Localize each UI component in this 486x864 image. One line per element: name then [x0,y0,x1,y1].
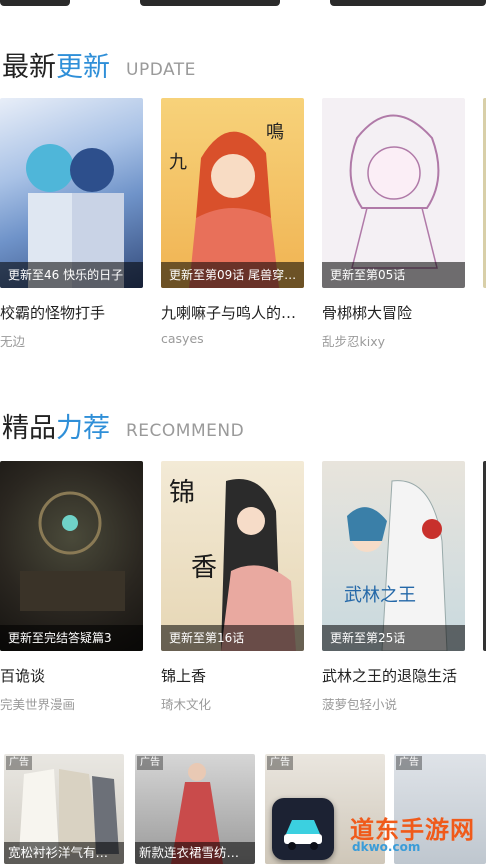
comic-cover[interactable]: 更新至完结答疑篇3 [0,461,143,651]
cover-illustration: 锦 香 [169,478,296,651]
cover-illustration [349,114,440,269]
svg-text:九: 九 [169,152,187,173]
recommend-section-header: 精品 力荐 RECOMMEND [0,405,486,445]
comic-author: 琦木文化 [161,697,212,712]
comic-author: 乱步忍kixy [322,334,386,349]
update-badge: 更新至第25话 [322,625,465,651]
comic-cover[interactable]: 锦 香 更新至第16话 [161,461,304,651]
ad-tag: 广告 [267,756,293,770]
car-icon [284,820,322,850]
recommend-subtitle: RECOMMEND [126,421,245,441]
ad-tag: 广告 [396,756,422,770]
comic-cover[interactable]: 武林之王 更新至第25话 [322,461,465,651]
comic-title[interactable]: 骨梆梆大冒险 [322,302,465,323]
update-badge: 更新至完结答疑篇3 [0,625,143,651]
ad-tag: 广告 [6,756,32,770]
update-badge: 更新至第05话 [322,262,465,288]
latest-section-header: 最新 更新 UPDATE [0,44,486,84]
comic-cover[interactable]: 九 鳴 更新至第09话 尾兽穿… [161,98,304,288]
comic-author: 菠萝包轻小说 [322,697,398,712]
cover-illustration [26,144,124,288]
comic-cover[interactable]: 更新至第05话 [322,98,465,288]
update-badge: 更新至第16话 [161,625,304,651]
top-banner-remnant[interactable] [0,0,486,14]
svg-text:锦: 锦 [169,478,195,508]
recommend-comic-row[interactable]: 更新至完结答疑篇3 百诡谈 完美世界漫画 锦 香 更新至第16话 锦上香 琦木文… [0,461,486,721]
latest-subtitle: UPDATE [126,60,196,80]
svg-text:香: 香 [191,553,217,583]
cover-illustration [20,491,125,611]
ad-caption: 宽松衬衫洋气有… [4,842,124,864]
update-badge: 更新至第09话 尾兽穿… [161,262,304,288]
svg-text:武林之王: 武林之王 [344,585,416,606]
comic-author: 无边 [0,334,26,349]
comic-card[interactable]: 更新至46 快乐的日子 校霸的怪物打手 无边 [0,98,143,350]
ad-card[interactable]: 广告 新款连衣裙雪纺… [135,754,255,864]
ad-caption: 新款连衣裙雪纺… [135,842,255,864]
recommend-title-blue: 力荐 [56,413,110,444]
comic-author: 完美世界漫画 [0,697,76,712]
comic-title[interactable]: 校霸的怪物打手 [0,302,143,323]
update-badge: 更新至46 快乐的日子 [0,262,143,288]
comic-card[interactable]: 九 鳴 更新至第09话 尾兽穿… 九喇嘛子与鸣人的… casyes [161,98,304,346]
comic-title[interactable]: 锦上香 [161,665,304,686]
latest-title-black: 最新 [2,52,56,83]
latest-title-blue: 更新 [56,52,110,83]
watermark-logo [272,798,334,860]
comic-card[interactable]: 武林之王 更新至第25话 武林之王的退隐生活 菠萝包轻小说 [322,461,465,713]
svg-text:鳴: 鳴 [266,122,284,143]
ad-tag: 广告 [137,756,163,770]
comic-author: casyes [161,331,204,346]
comic-title[interactable]: 九喇嘛子与鸣人的… [161,302,304,323]
comic-cover[interactable]: 更新至46 快乐的日子 [0,98,143,288]
comic-card[interactable]: 更新至完结答疑篇3 百诡谈 完美世界漫画 [0,461,143,713]
comic-card[interactable]: 更新至第05话 骨梆梆大冒险 乱步忍kixy [322,98,465,350]
ad-card[interactable]: 广告 宽松衬衫洋气有… [4,754,124,864]
recommend-title-black: 精品 [2,413,56,444]
comic-title[interactable]: 百诡谈 [0,665,143,686]
cover-illustration: 九 鳴 [169,122,284,288]
watermark-sub: dkwo.com [352,840,421,854]
comic-title[interactable]: 武林之王的退隐生活 [322,665,465,686]
latest-comic-row[interactable]: 更新至46 快乐的日子 校霸的怪物打手 无边 九 鳴 更新至第09话 尾兽穿… … [0,98,486,358]
comic-card[interactable]: 锦 香 更新至第16话 锦上香 琦木文化 [161,461,304,713]
cover-illustration: 武林之王 [344,480,448,651]
